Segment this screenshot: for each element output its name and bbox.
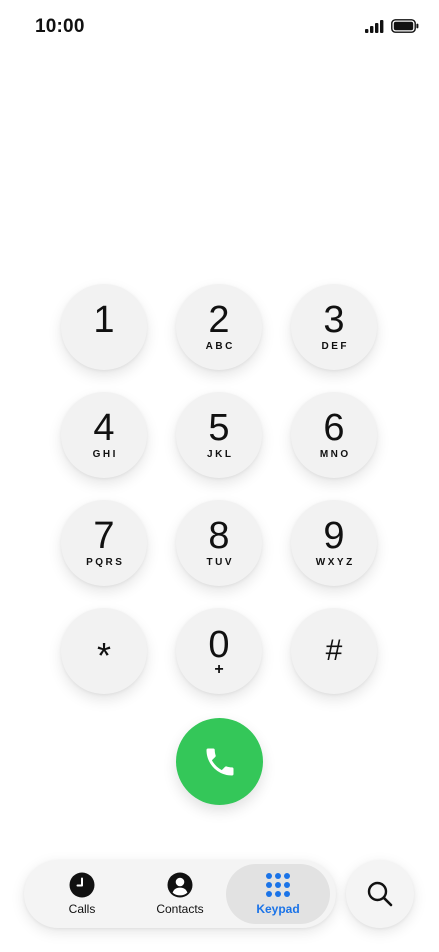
key-letters: JKL: [207, 449, 234, 460]
key-letters: PQRS: [86, 557, 125, 568]
key-letters: WXYZ: [315, 557, 355, 568]
call-button[interactable]: [176, 718, 263, 805]
key-digit: #: [325, 634, 343, 667]
keypad: 1 2 ABC 3 DEF 4 GHI 5 JKL 6 MNO 7 PQRS 8…: [0, 0, 439, 952]
key-8[interactable]: 8 TUV: [176, 500, 262, 586]
tab-keypad[interactable]: Keypad: [226, 864, 330, 924]
key-hash[interactable]: #: [291, 608, 377, 694]
key-letters: MNO: [319, 449, 351, 460]
key-7[interactable]: 7 PQRS: [61, 500, 147, 586]
key-digit: 5: [208, 407, 230, 449]
key-digit: 2: [208, 299, 230, 341]
key-digit: 7: [93, 515, 115, 557]
key-5[interactable]: 5 JKL: [176, 392, 262, 478]
key-6[interactable]: 6 MNO: [291, 392, 377, 478]
key-9[interactable]: 9 WXYZ: [291, 500, 377, 586]
person-icon: [167, 872, 193, 898]
key-digit: 4: [93, 407, 115, 449]
key-letters: +: [214, 660, 224, 678]
key-2[interactable]: 2 ABC: [176, 284, 262, 370]
tab-label: Contacts: [156, 902, 204, 916]
key-0[interactable]: 0 +: [176, 608, 262, 694]
key-digit: 1: [93, 299, 115, 341]
key-digit: *: [96, 635, 111, 676]
key-digit: 9: [323, 515, 345, 557]
key-letters: DEF: [321, 341, 349, 352]
key-1[interactable]: 1: [61, 284, 147, 370]
key-4[interactable]: 4 GHI: [61, 392, 147, 478]
keypad-grid-icon: [266, 873, 290, 897]
search-icon: [367, 881, 393, 907]
search-button[interactable]: [346, 860, 414, 928]
tab-calls[interactable]: Calls: [30, 864, 134, 924]
clock-icon: [69, 872, 95, 898]
key-letters: TUV: [206, 557, 234, 568]
key-digit: 8: [208, 515, 230, 557]
key-star[interactable]: *: [61, 608, 147, 694]
tab-label: Calls: [68, 902, 96, 916]
key-digit: 0: [208, 623, 230, 666]
key-digit: 3: [323, 299, 345, 341]
key-letters: GHI: [92, 449, 118, 460]
tab-label: Keypad: [256, 902, 300, 916]
key-3[interactable]: 3 DEF: [291, 284, 377, 370]
tab-contacts[interactable]: Contacts: [128, 864, 232, 924]
key-digit: 6: [323, 407, 345, 449]
phone-icon: [206, 748, 233, 775]
key-letters: ABC: [205, 341, 235, 352]
tab-bar: Calls Contacts Keypad: [24, 860, 336, 928]
